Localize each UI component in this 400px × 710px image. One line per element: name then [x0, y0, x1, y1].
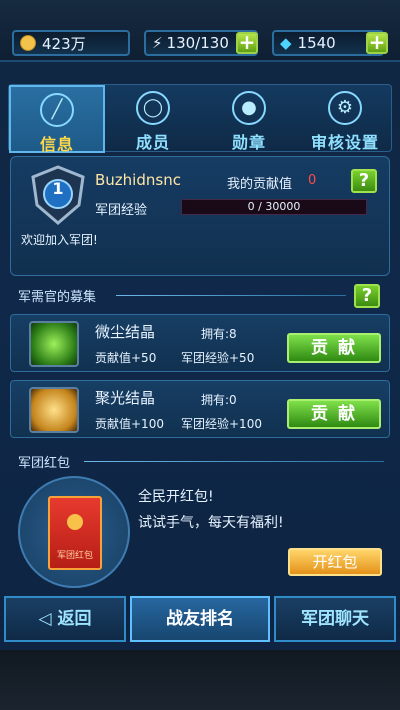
welcome-text: 欢迎加入军团! — [21, 233, 98, 247]
section-divider — [116, 295, 346, 296]
info-help-button[interactable]: ? — [351, 169, 377, 193]
tab-review-settings[interactable]: ⚙ 审核设置 — [297, 85, 393, 153]
recruit-item-row: 微尘结晶 拥有:8 贡献值+50 军团经验+50 贡 献 — [10, 314, 390, 372]
item-contribution-reward: 贡献值+50 — [95, 351, 157, 365]
legion-info-panel: 1 Buzhidnsnc 我的贡献值 0 ? 军团经验 0 / 30000 欢迎… — [10, 156, 390, 276]
back-arrow-icon: ◁ — [38, 609, 58, 629]
level-number: 1 — [52, 179, 64, 198]
chat-button[interactable]: 军团聊天 — [274, 596, 396, 642]
open-red-packet-button[interactable]: 开红包 — [288, 548, 382, 576]
tab-medals[interactable]: ● 勋章 — [201, 85, 297, 153]
recruit-help-button[interactable]: ? — [354, 284, 380, 308]
back-label: 返回 — [57, 609, 92, 629]
exp-progress-bar: 0 / 30000 — [181, 199, 367, 215]
packet-seal — [67, 514, 83, 530]
diamond-icon: ◆ — [280, 34, 292, 52]
diamond-value: 1540 — [297, 34, 336, 52]
section-divider — [84, 461, 384, 462]
footer-strip — [0, 650, 400, 710]
back-button[interactable]: ◁ 返回 — [4, 596, 126, 642]
recruit-item-row: 聚光结晶 拥有:0 贡献值+100 军团经验+100 贡 献 — [10, 380, 390, 438]
item-owned: 拥有:0 — [201, 393, 237, 407]
tab-medals-label: 勋章 — [231, 133, 266, 152]
item-name: 聚光结晶 — [95, 389, 156, 407]
coin-icon — [20, 35, 36, 51]
recruit-section-title: 军需官的募集 — [18, 290, 97, 305]
red-packet-section-title: 军团红包 — [18, 456, 71, 471]
medal-icon: ● — [232, 91, 266, 125]
tab-info[interactable]: ╱ 信息 — [9, 85, 105, 154]
gear-icon: ⚙ — [328, 91, 362, 125]
gold-crystal-icon — [29, 387, 79, 433]
item-contribution-reward: 贡献值+100 — [95, 417, 164, 431]
packet-label: 军团红包 — [56, 551, 93, 561]
contribution-label: 我的贡献值 — [227, 177, 293, 192]
red-packet-icon[interactable]: 军团红包 — [48, 496, 102, 570]
legion-name: Buzhidnsnc — [95, 171, 181, 189]
tab-review-settings-label: 审核设置 — [310, 133, 379, 152]
exp-label: 军团经验 — [95, 203, 148, 218]
gold-counter: 423万 — [12, 30, 130, 56]
tab-info-label: 信息 — [39, 135, 74, 154]
item-exp-reward: 军团经验+50 — [181, 351, 255, 365]
item-exp-reward: 军团经验+100 — [181, 417, 262, 431]
contribute-button[interactable]: 贡 献 — [287, 333, 381, 363]
bottom-nav: ◁ 返回 战友排名 军团聊天 — [0, 596, 400, 650]
add-diamond-button[interactable]: + — [366, 32, 388, 54]
packet-message-1: 全民开红包! — [138, 489, 214, 505]
tab-bar: ╱ 信息 ◯ 成员 ● 勋章 ⚙ 审核设置 — [8, 84, 393, 154]
energy-value: 130/130 — [166, 34, 229, 52]
packet-message-2: 试试手气，每天有福利! — [138, 515, 284, 531]
tab-members-label: 成员 — [135, 133, 170, 152]
member-icon: ◯ — [136, 91, 170, 125]
contribution-value: 0 — [308, 173, 317, 188]
item-name: 微尘结晶 — [95, 323, 156, 341]
contribute-button[interactable]: 贡 献 — [287, 399, 381, 429]
lightning-icon: ⚡ — [152, 34, 163, 52]
chart-icon: ╱ — [40, 93, 74, 127]
add-energy-button[interactable]: + — [236, 32, 258, 54]
tab-members[interactable]: ◯ 成员 — [105, 85, 201, 153]
green-crystal-icon — [29, 321, 79, 367]
ranking-button[interactable]: 战友排名 — [130, 596, 270, 642]
gold-value: 423万 — [42, 34, 86, 53]
item-owned: 拥有:8 — [201, 327, 237, 341]
